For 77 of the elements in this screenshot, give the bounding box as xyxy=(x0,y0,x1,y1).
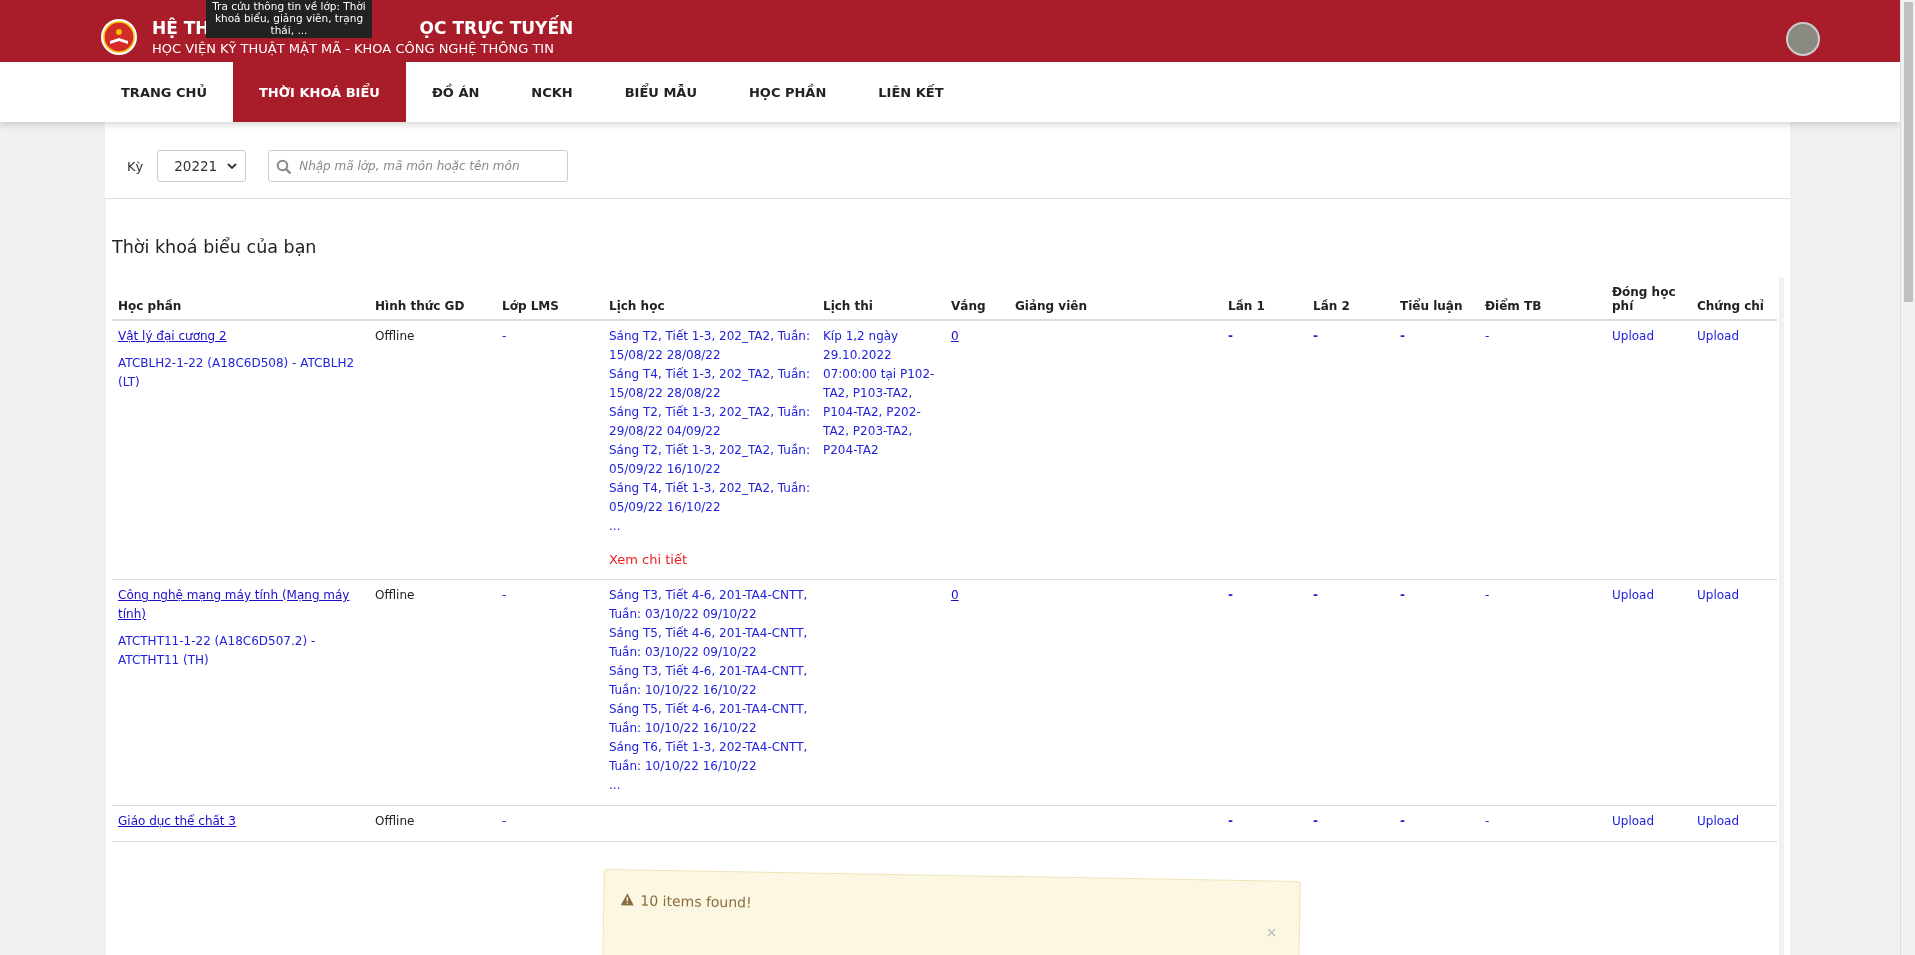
upload-link[interactable]: Upload xyxy=(1697,814,1740,828)
course-link[interactable]: Vật lý đại cương 2 xyxy=(118,327,363,346)
schedule-entry: Sáng T5, Tiết 4-6, 201-TA4-CNTT, Tuần: 03/10/22 09/10/22 xyxy=(609,625,809,661)
nav-tab[interactable]: THỜI KHOÁ BIỂU xyxy=(233,62,406,122)
course-link[interactable]: Công nghệ mạng máy tính (Mạng máy tính) xyxy=(118,586,363,624)
nav-tab[interactable]: NCKH xyxy=(505,62,599,122)
term-label: Kỳ xyxy=(127,158,144,174)
absence-count[interactable]: 0 xyxy=(951,588,959,602)
lms-class: - xyxy=(502,588,507,602)
score: - xyxy=(1400,814,1405,828)
more-ellipsis: ... xyxy=(609,777,622,794)
column-header: Đóng học phí xyxy=(1606,277,1691,320)
column-header: Tiểu luận xyxy=(1394,277,1479,320)
user-avatar[interactable] xyxy=(1786,22,1820,56)
column-header: Lớp LMS xyxy=(496,277,603,320)
search-field[interactable]: Nhập mã lớp, mã môn hoặc tên môn xyxy=(268,150,569,182)
column-header: Giảng viên xyxy=(1009,277,1222,320)
lms-class: - xyxy=(502,329,507,343)
upload-link[interactable]: Upload xyxy=(1697,329,1740,343)
column-header: Chứng chỉ xyxy=(1691,277,1777,320)
column-header: Lần 2 xyxy=(1307,277,1394,320)
teaching-mode: Offline xyxy=(375,814,415,828)
nav-tab[interactable]: LIÊN KẾT xyxy=(852,62,970,122)
column-header: Lịch thi xyxy=(817,277,945,320)
column-header: Lần 1 xyxy=(1222,277,1307,320)
score: - xyxy=(1228,329,1233,343)
chevron-down-icon xyxy=(227,163,238,169)
logo-icon xyxy=(100,18,138,56)
score: - xyxy=(1313,588,1318,602)
upload-link[interactable]: Upload xyxy=(1612,814,1655,828)
upload-link[interactable]: Upload xyxy=(1612,588,1655,602)
column-header: Lịch học xyxy=(603,277,817,320)
average-score: - xyxy=(1485,814,1490,828)
schedule-entry: Sáng T4, Tiết 1-3, 202_TA2, Tuần: 05/09/22 16/10/22 xyxy=(609,480,811,516)
detail-link[interactable]: Xem chi tiết xyxy=(609,550,811,569)
tooltip: Tra cứu thông tin về lớp: Thời khoá biểu, giảng viên, trạng thái, ... xyxy=(206,0,372,38)
schedule-entry: Sáng T2, Tiết 1-3, 202_TA2, Tuần: 05/09/22 16/10/22 xyxy=(609,442,811,478)
score: - xyxy=(1228,814,1233,828)
schedule-entry: Sáng T4, Tiết 1-3, 202_TA2, Tuần: 15/08/22 28/08/22 xyxy=(609,366,811,402)
lms-class: - xyxy=(502,814,507,828)
term-select[interactable]: 20221 xyxy=(157,150,247,182)
schedule-entry: Sáng T5, Tiết 4-6, 201-TA4-CNTT, Tuần: 10/10/22 16/10/22 xyxy=(609,701,809,737)
average-score: - xyxy=(1485,588,1490,602)
nav-tab[interactable]: TRANG CHỦ xyxy=(95,62,233,122)
schedule-entry: Sáng T6, Tiết 1-3, 202-TA4-CNTT, Tuần: 10/10/22 16/10/22 xyxy=(609,739,809,775)
schedule-entry: Sáng T2, Tiết 1-3, 202_TA2, Tuần: 15/08/22 28/08/22 xyxy=(609,328,811,364)
teaching-mode: Offline xyxy=(375,329,415,343)
toast-message: 10 items found! xyxy=(640,892,752,911)
column-header: Vắng xyxy=(945,277,1009,320)
nav-tab[interactable]: HỌC PHẦN xyxy=(722,62,853,122)
exam-schedule: Kíp 1,2 ngày 29.10.2022 07:00:00 tại P102-TA2, P103-TA2, P104-TA2, P202-TA2, P203-TA2, P204-TA2 xyxy=(823,328,936,459)
schedule-entry: Sáng T3, Tiết 4-6, 201-TA4-CNTT, Tuần: 10/10/22 16/10/22 xyxy=(609,663,809,699)
section-title: Thời khoá biểu của bạn xyxy=(112,237,318,257)
course-link[interactable]: Giáo dục thể chất 3 xyxy=(118,812,363,831)
score: - xyxy=(1313,814,1318,828)
teaching-mode: Offline xyxy=(375,588,415,602)
search-icon xyxy=(276,159,293,175)
score: - xyxy=(1400,329,1405,343)
nav-tab[interactable]: BIỂU MẪU xyxy=(598,62,723,122)
score: - xyxy=(1313,329,1318,343)
more-ellipsis: ... xyxy=(609,518,622,535)
site-subtitle: HỌC VIỆN KỸ THUẬT MẬT MÃ - KHOA CÔNG NGHỆ THÔNG TIN xyxy=(152,41,555,56)
score: - xyxy=(1400,588,1405,602)
column-header: Điểm TB xyxy=(1479,277,1606,320)
upload-link[interactable]: Upload xyxy=(1697,588,1740,602)
upload-link[interactable]: Upload xyxy=(1612,329,1655,343)
nav-tab[interactable]: ĐỒ ÁN xyxy=(405,62,506,122)
warning-icon xyxy=(620,892,635,907)
column-header: Học phần xyxy=(112,277,369,320)
class-code: ATCBLH2-1-22 (A18C6D508) - ATCBLH2 (LT) xyxy=(118,355,356,391)
schedule-entry: Sáng T3, Tiết 4-6, 201-TA4-CNTT, Tuần: 03/10/22 09/10/22 xyxy=(609,587,809,623)
schedule-entry: Sáng T2, Tiết 1-3, 202_TA2, Tuần: 29/08/22 04/09/22 xyxy=(609,404,811,440)
class-code: ATCTHT11-1-22 (A18C6D507.2) - ATCTHT11 (TH) xyxy=(118,633,317,669)
score: - xyxy=(1228,588,1233,602)
column-header: Hình thức GD xyxy=(369,277,496,320)
absence-count[interactable]: 0 xyxy=(951,329,959,343)
average-score: - xyxy=(1485,329,1490,343)
